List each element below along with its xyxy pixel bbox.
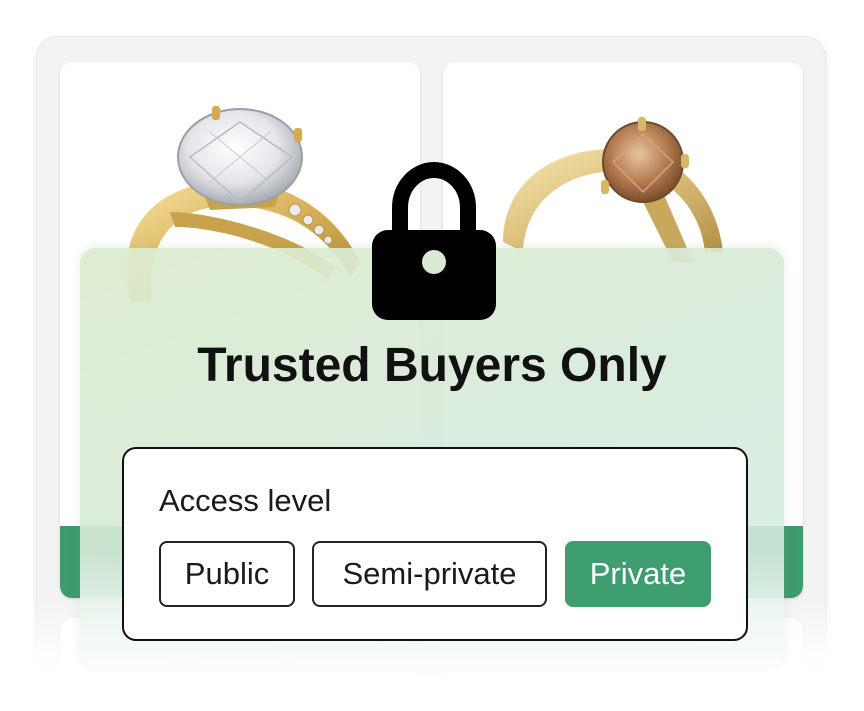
access-option-public[interactable]: Public bbox=[159, 541, 295, 607]
access-level-panel: Access level Public Semi-private Private bbox=[122, 447, 748, 641]
page-title: Trusted Buyers Only bbox=[197, 339, 667, 392]
access-option-semi-private[interactable]: Semi-private bbox=[312, 541, 547, 607]
lock-icon bbox=[372, 162, 496, 320]
access-option-private[interactable]: Private bbox=[565, 541, 711, 607]
access-level-label: Access level bbox=[159, 483, 332, 518]
